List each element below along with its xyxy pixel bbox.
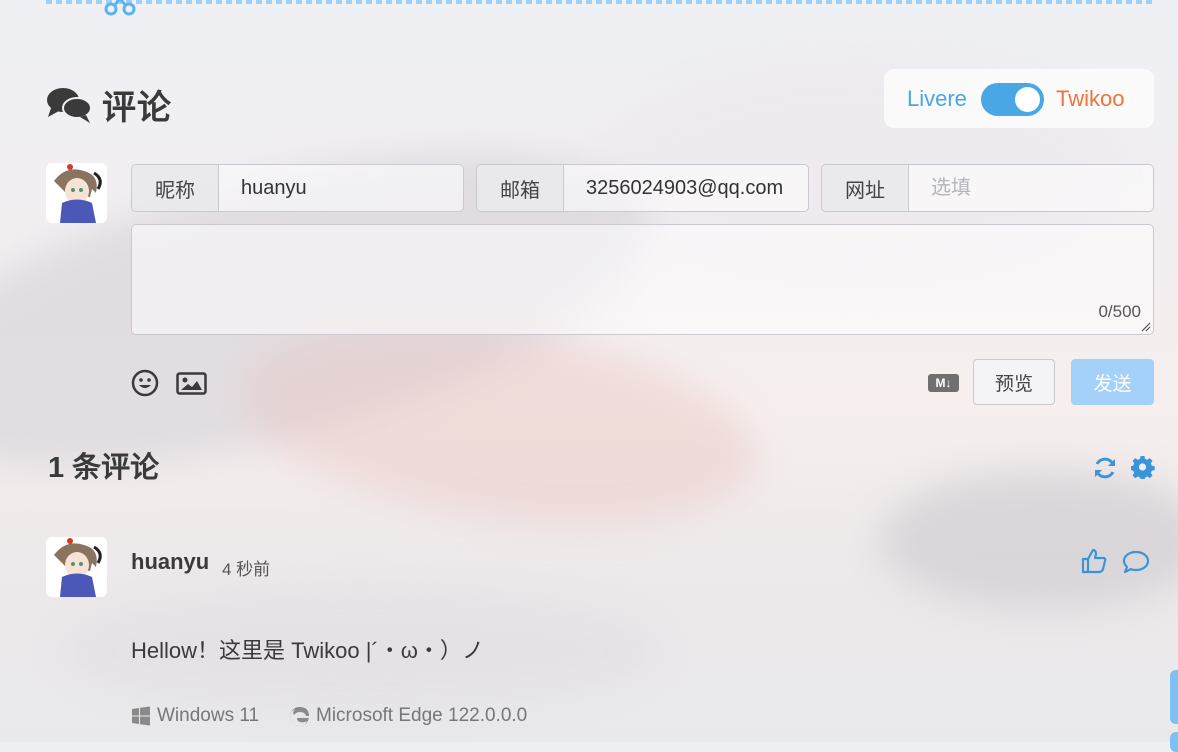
url-field: 网址 xyxy=(821,164,1154,212)
url-input[interactable] xyxy=(909,165,1153,211)
preview-button[interactable]: 预览 xyxy=(973,359,1055,405)
mail-field: 邮箱 xyxy=(476,164,809,212)
comment-time: 4 秒前 xyxy=(222,560,271,579)
comment-os: Windows 11 xyxy=(131,705,259,727)
switch-label-twikoo[interactable]: Twikoo xyxy=(1056,86,1124,112)
comment-browser: Microsoft Edge 122.0.0.0 xyxy=(289,705,527,727)
os-label: Windows 11 xyxy=(157,705,260,726)
comment-textarea[interactable] xyxy=(132,225,1153,334)
edge-icon xyxy=(289,706,309,726)
nick-label: 昵称 xyxy=(132,165,219,211)
comment-system-switcher: Livere Twikoo xyxy=(884,69,1154,128)
dashed-divider xyxy=(46,0,1154,4)
avatar[interactable] xyxy=(46,163,107,223)
browser-label: Microsoft Edge 122.0.0.0 xyxy=(316,705,528,726)
comment-textarea-box: 0/500 xyxy=(131,224,1154,335)
comment-bubbles-icon xyxy=(47,87,92,123)
send-button[interactable]: 发送 xyxy=(1071,359,1154,405)
mail-input[interactable] xyxy=(564,165,808,211)
scissors-icon xyxy=(104,0,136,16)
emoji-icon[interactable] xyxy=(131,369,159,397)
gear-icon[interactable] xyxy=(1131,455,1155,479)
comments-heading: 评论 xyxy=(46,80,172,129)
comment-author[interactable]: huanyu xyxy=(131,549,209,575)
comment-avatar[interactable] xyxy=(46,537,107,597)
section-title: 评论 xyxy=(102,89,172,127)
like-icon[interactable] xyxy=(1081,548,1107,574)
switch-label-livere[interactable]: Livere xyxy=(907,86,967,112)
system-toggle[interactable] xyxy=(981,83,1044,116)
char-counter: 0/500 xyxy=(1098,302,1141,321)
side-tab[interactable] xyxy=(1170,670,1178,724)
comment-content: Hellow！这里是 Twikoo |´・ω・）ノ xyxy=(131,638,484,663)
comment-count: 1 条评论 xyxy=(48,452,160,484)
nick-field: 昵称 xyxy=(131,164,464,212)
reply-icon[interactable] xyxy=(1122,549,1150,575)
nick-input[interactable] xyxy=(219,165,463,211)
refresh-icon[interactable] xyxy=(1092,455,1118,481)
image-icon[interactable] xyxy=(176,372,207,395)
windows-icon xyxy=(132,706,150,726)
mail-label: 邮箱 xyxy=(477,165,564,211)
side-tab-2[interactable] xyxy=(1170,732,1178,752)
markdown-icon[interactable]: M↓ xyxy=(928,374,959,392)
resize-handle-icon[interactable] xyxy=(1141,322,1151,332)
url-label: 网址 xyxy=(822,165,909,211)
